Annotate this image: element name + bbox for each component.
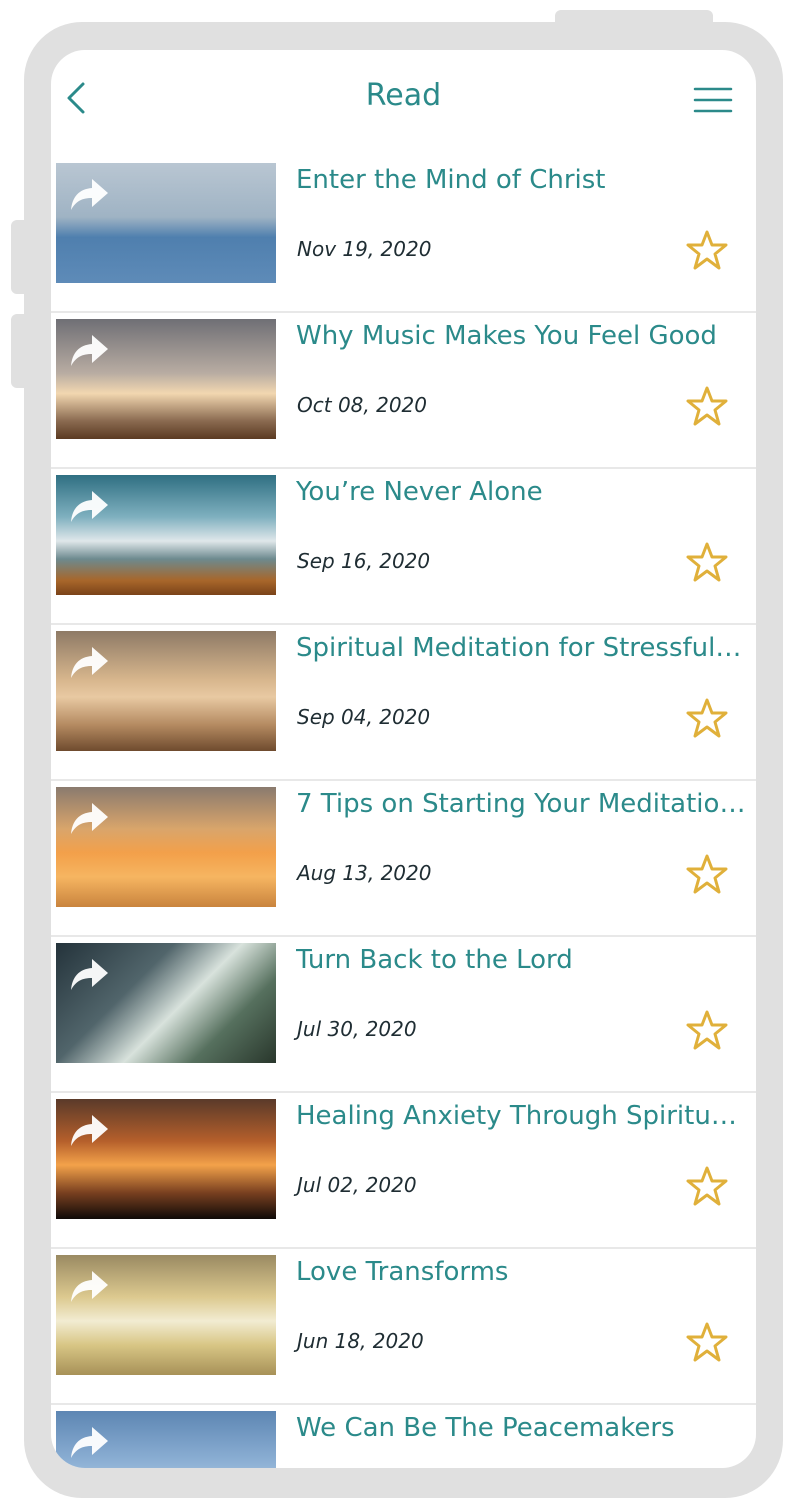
star-icon: [686, 542, 728, 582]
favorite-button[interactable]: [686, 1321, 728, 1363]
menu-button[interactable]: [693, 86, 733, 114]
star-icon: [686, 698, 728, 738]
article-title[interactable]: You’re Never Alone: [296, 477, 746, 507]
page-title: Read: [365, 78, 442, 113]
share-arrow-icon: [71, 1115, 108, 1146]
star-icon: [686, 854, 728, 894]
share-arrow-icon: [71, 1427, 108, 1458]
star-icon: [686, 230, 728, 270]
share-arrow-icon: [71, 335, 108, 366]
article-date: Jun 18, 2020: [297, 1329, 424, 1353]
article-item[interactable]: We Can Be The Peacemakers: [51, 1405, 756, 1468]
article-item[interactable]: Enter the Mind of Christ Nov 19, 2020: [51, 157, 756, 313]
article-title[interactable]: Enter the Mind of Christ: [296, 165, 746, 195]
article-thumbnail[interactable]: [56, 319, 276, 439]
share-arrow-icon: [71, 491, 108, 522]
share-arrow-icon: [71, 1271, 108, 1302]
share-button[interactable]: [68, 801, 110, 837]
article-title[interactable]: Healing Anxiety Through Spiritual…: [296, 1101, 746, 1131]
share-button[interactable]: [68, 1425, 110, 1461]
share-arrow-icon: [71, 647, 108, 678]
favorite-button[interactable]: [686, 853, 728, 895]
favorite-button[interactable]: [686, 541, 728, 583]
favorite-button[interactable]: [686, 697, 728, 739]
article-thumbnail[interactable]: [56, 943, 276, 1063]
share-button[interactable]: [68, 177, 110, 213]
share-button[interactable]: [68, 957, 110, 993]
star-icon: [686, 386, 728, 426]
article-date: Aug 13, 2020: [297, 861, 432, 885]
article-date: Jul 30, 2020: [297, 1017, 417, 1041]
article-title[interactable]: Why Music Makes You Feel Good: [296, 321, 746, 351]
article-title[interactable]: Turn Back to the Lord: [296, 945, 746, 975]
share-button[interactable]: [68, 489, 110, 525]
share-arrow-icon: [71, 179, 108, 210]
screen: Read Enter the Mind of Christ Nov 19, 202…: [51, 50, 756, 1468]
share-button[interactable]: [68, 1269, 110, 1305]
favorite-button[interactable]: [686, 1009, 728, 1051]
star-icon: [686, 1166, 728, 1206]
article-thumbnail[interactable]: [56, 787, 276, 907]
article-list: Enter the Mind of Christ Nov 19, 2020 Why …: [51, 157, 756, 1468]
favorite-button[interactable]: [686, 385, 728, 427]
article-item[interactable]: Healing Anxiety Through Spiritual… Jul 02…: [51, 1093, 756, 1249]
article-title[interactable]: 7 Tips on Starting Your Meditatio…: [296, 789, 746, 819]
nav-bar: Read: [51, 50, 756, 150]
article-date: Sep 04, 2020: [297, 705, 431, 729]
article-item[interactable]: Spiritual Meditation for Stressful … Sep …: [51, 625, 756, 781]
share-arrow-icon: [71, 959, 108, 990]
article-date: Jul 02, 2020: [297, 1173, 417, 1197]
star-icon: [686, 1322, 728, 1362]
article-thumbnail[interactable]: [56, 475, 276, 595]
share-arrow-icon: [71, 803, 108, 834]
article-item[interactable]: Turn Back to the Lord Jul 30, 2020: [51, 937, 756, 1093]
share-button[interactable]: [68, 645, 110, 681]
article-thumbnail[interactable]: [56, 163, 276, 283]
article-item[interactable]: 7 Tips on Starting Your Meditatio… Aug 13…: [51, 781, 756, 937]
share-button[interactable]: [68, 1113, 110, 1149]
favorite-button[interactable]: [686, 1165, 728, 1207]
article-date: Oct 08, 2020: [297, 393, 427, 417]
favorite-button[interactable]: [686, 229, 728, 271]
article-item[interactable]: Why Music Makes You Feel Good Oct 08, 202…: [51, 313, 756, 469]
article-thumbnail[interactable]: [56, 1255, 276, 1375]
article-date: Nov 19, 2020: [297, 237, 432, 261]
star-icon: [686, 1010, 728, 1050]
article-thumbnail[interactable]: [56, 1411, 276, 1468]
article-title[interactable]: Spiritual Meditation for Stressful …: [296, 633, 746, 663]
article-item[interactable]: Love Transforms Jun 18, 2020: [51, 1249, 756, 1405]
share-button[interactable]: [68, 333, 110, 369]
article-item[interactable]: You’re Never Alone Sep 16, 2020: [51, 469, 756, 625]
article-thumbnail[interactable]: [56, 1099, 276, 1219]
article-thumbnail[interactable]: [56, 631, 276, 751]
article-title[interactable]: We Can Be The Peacemakers: [296, 1413, 746, 1443]
article-title[interactable]: Love Transforms: [296, 1257, 746, 1287]
article-date: Sep 16, 2020: [297, 549, 431, 573]
hamburger-menu-icon: [693, 87, 733, 113]
